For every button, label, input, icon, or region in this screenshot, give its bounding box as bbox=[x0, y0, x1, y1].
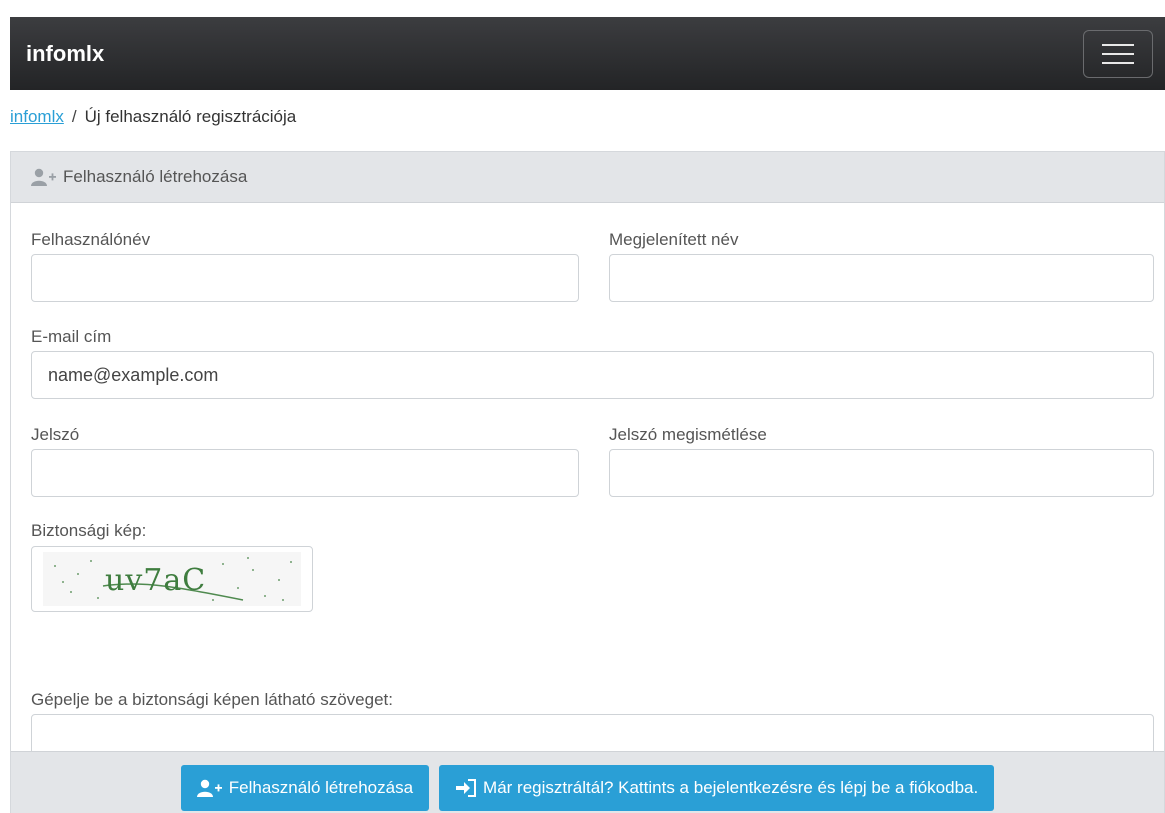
password-repeat-input[interactable] bbox=[609, 449, 1154, 497]
card-body: Felhasználónév Megjelenített név E-mail … bbox=[11, 203, 1164, 762]
hamburger-icon-line bbox=[1102, 61, 1134, 64]
registration-card: Felhasználó létrehozása Felhasználónév M… bbox=[10, 151, 1165, 813]
captcha-image: uv7aC bbox=[31, 546, 313, 612]
user-plus-icon bbox=[196, 779, 222, 797]
password-repeat-label: Jelszó megismétlése bbox=[609, 425, 767, 444]
login-button-label: Már regisztráltál? Kattints a bejelentke… bbox=[483, 778, 979, 797]
card-title: Felhasználó létrehozása bbox=[63, 167, 248, 186]
sign-in-icon bbox=[456, 779, 477, 797]
breadcrumb: infomlx / Új felhasználó regisztrációja bbox=[10, 107, 296, 127]
captcha-text: uv7aC bbox=[105, 563, 206, 598]
hamburger-icon-line bbox=[1102, 52, 1134, 55]
menu-toggle-button[interactable] bbox=[1083, 29, 1153, 78]
captcha-picture: uv7aC bbox=[43, 552, 301, 606]
navbar: infomlx bbox=[10, 17, 1165, 90]
password-label: Jelszó bbox=[31, 425, 80, 444]
create-user-button-label: Felhasználó létrehozása bbox=[228, 778, 414, 797]
display-name-label: Megjelenített név bbox=[609, 230, 739, 249]
breadcrumb-current: Új felhasználó regisztrációja bbox=[84, 107, 297, 126]
card-footer: Felhasználó létrehozása Már regisztráltá… bbox=[11, 751, 1164, 813]
captcha-label: Biztonsági kép: bbox=[31, 521, 147, 540]
breadcrumb-home-link[interactable]: infomlx bbox=[10, 107, 64, 126]
user-plus-icon bbox=[31, 168, 56, 186]
hamburger-icon-line bbox=[1102, 43, 1134, 46]
login-button[interactable]: Már regisztráltál? Kattints a bejelentke… bbox=[439, 765, 995, 811]
breadcrumb-separator: / bbox=[71, 107, 77, 126]
password-input[interactable] bbox=[31, 449, 579, 497]
display-name-input[interactable] bbox=[609, 254, 1154, 302]
email-input[interactable] bbox=[31, 351, 1154, 399]
card-header: Felhasználó létrehozása bbox=[11, 152, 1164, 203]
username-label: Felhasználónév bbox=[31, 230, 151, 249]
email-label: E-mail cím bbox=[31, 327, 112, 346]
captcha-input-label: Gépelje be a biztonsági képen látható sz… bbox=[31, 690, 393, 709]
username-input[interactable] bbox=[31, 254, 579, 302]
brand-logo[interactable]: infomlx bbox=[26, 41, 104, 67]
create-user-button[interactable]: Felhasználó létrehozása bbox=[180, 765, 430, 811]
